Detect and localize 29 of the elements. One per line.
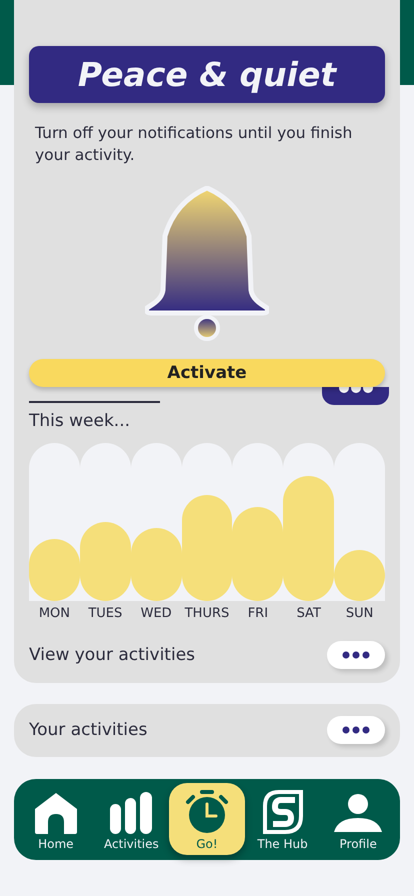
day-label: THURS: [184, 606, 230, 620]
week-title: This week...: [29, 410, 132, 430]
nav-tab[interactable]: Profile: [320, 783, 396, 855]
day-label: SAT: [296, 606, 321, 620]
activities-label: Your activities: [29, 720, 148, 740]
day-label: WED: [140, 606, 172, 620]
day-label: FRI: [248, 606, 268, 620]
modal-title: Peace & quiet: [78, 55, 336, 94]
day-label: SUN: [346, 606, 374, 620]
view-activities-label: View your activities: [29, 644, 196, 664]
more-button[interactable]: [322, 387, 389, 405]
profile-icon: [334, 794, 382, 834]
bell-icon: [145, 186, 269, 342]
bar-chart-icon: [110, 792, 152, 834]
day-label: MON: [38, 606, 70, 620]
modal-description: Turn off your notifications until you finish your activity.: [35, 123, 354, 166]
more-button[interactable]: [327, 716, 385, 744]
day-label: TUES: [88, 606, 122, 620]
more-icon: [342, 726, 370, 734]
nav-tab[interactable]: Activities: [94, 783, 170, 855]
more-icon: [342, 650, 370, 658]
nav-tab[interactable]: The Hub: [244, 783, 320, 855]
hub-logo-icon: [262, 790, 303, 834]
more-button[interactable]: [327, 640, 385, 668]
activate-button[interactable]: Activate: [29, 359, 385, 387]
nav-tab[interactable]: Home: [18, 783, 94, 855]
home-icon: [34, 792, 78, 834]
stopwatch-icon: [184, 790, 229, 834]
nav-tab[interactable]: Go!: [169, 783, 245, 855]
